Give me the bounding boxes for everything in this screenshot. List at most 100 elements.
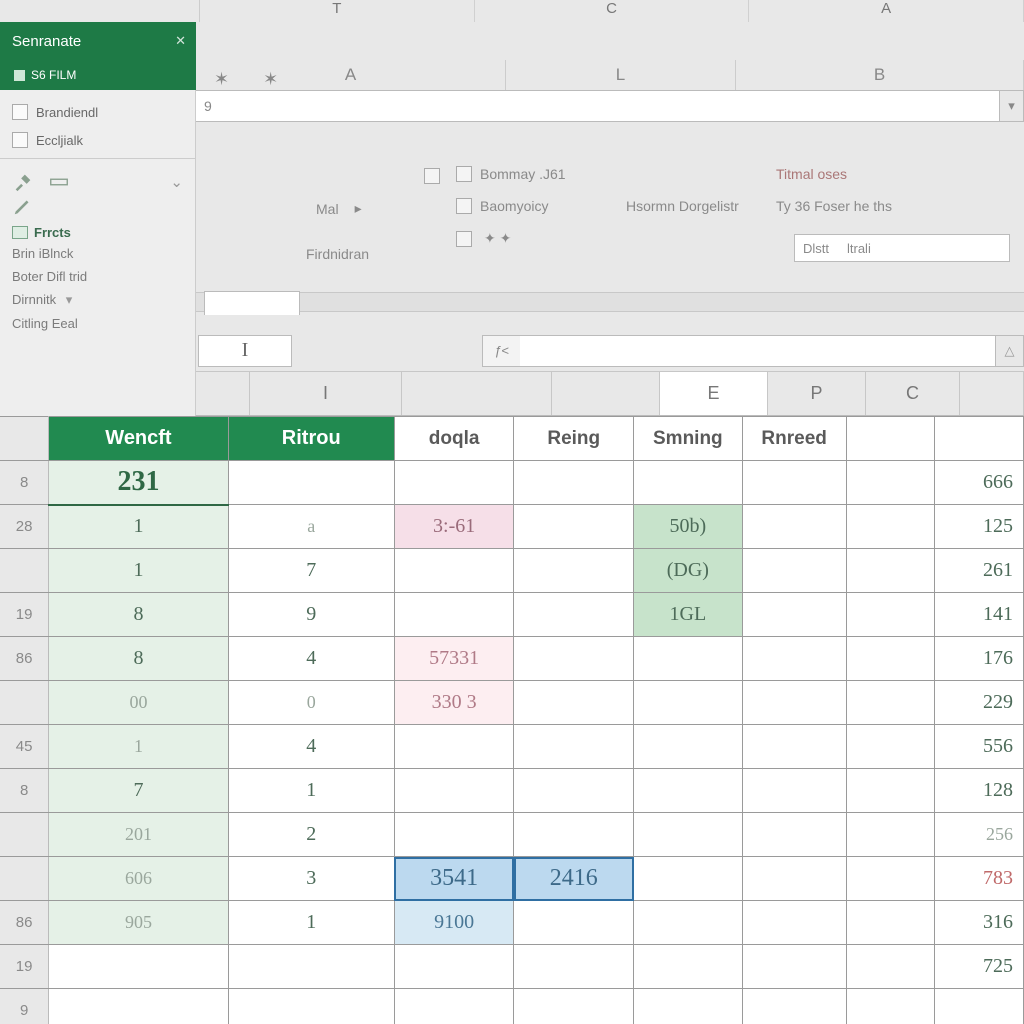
cell[interactable]: 1GL <box>634 593 743 637</box>
cell[interactable] <box>228 461 394 505</box>
cell[interactable]: a <box>228 505 394 549</box>
cell[interactable] <box>514 769 634 813</box>
cell[interactable]: 556 <box>935 725 1024 769</box>
fx-field[interactable] <box>520 335 996 367</box>
cell[interactable]: 3:-61 <box>394 505 514 549</box>
table-row[interactable]: 8 7 1 128 <box>0 769 1024 813</box>
col-header[interactable] <box>935 417 1024 461</box>
pencil-icon[interactable] <box>12 195 34 217</box>
table-row[interactable]: 9 <box>0 989 1024 1024</box>
cell[interactable]: 1 <box>49 505 228 549</box>
row-num[interactable]: 8 <box>0 769 49 813</box>
table-row[interactable]: 00 0 330 3 229 <box>0 681 1024 725</box>
cell[interactable] <box>846 813 935 857</box>
ribbon-cmd-top[interactable]: Bommay .J61 <box>456 166 566 182</box>
cell[interactable]: 7 <box>49 769 228 813</box>
cell-selected[interactable]: 3541 <box>394 857 514 901</box>
cell[interactable] <box>514 901 634 945</box>
cell[interactable]: 7 <box>228 549 394 593</box>
row-num[interactable]: 86 <box>0 637 49 681</box>
cell[interactable] <box>742 945 846 989</box>
cell[interactable] <box>742 593 846 637</box>
cell[interactable] <box>394 593 514 637</box>
cell[interactable] <box>514 681 634 725</box>
cell[interactable]: 4 <box>228 725 394 769</box>
col-header[interactable] <box>846 417 935 461</box>
cell-selected[interactable]: 2416 <box>514 857 634 901</box>
cell[interactable]: 229 <box>935 681 1024 725</box>
cell[interactable] <box>514 637 634 681</box>
cell[interactable]: 0 <box>228 681 394 725</box>
cell[interactable] <box>514 989 634 1024</box>
cell[interactable] <box>846 549 935 593</box>
cell[interactable] <box>742 725 846 769</box>
name-box[interactable]: I <box>198 335 292 367</box>
cell[interactable] <box>742 637 846 681</box>
cell[interactable]: 4 <box>228 637 394 681</box>
side-item-1[interactable]: Brandiendl <box>0 98 195 126</box>
sheet-table[interactable]: Wencft Ritrou doqla Reing Smning Rnreed … <box>0 416 1024 1024</box>
row-num[interactable] <box>0 857 49 901</box>
table-row[interactable]: 606 3 3541 2416 783 <box>0 857 1024 901</box>
cell[interactable]: 8 <box>49 637 228 681</box>
cell[interactable] <box>228 989 394 1024</box>
pin-icon[interactable] <box>12 171 34 193</box>
cell[interactable] <box>742 505 846 549</box>
cell[interactable]: 905 <box>49 901 228 945</box>
cell[interactable]: 3 <box>228 857 394 901</box>
cell[interactable] <box>742 857 846 901</box>
cell[interactable] <box>514 505 634 549</box>
cell[interactable]: 2 <box>228 813 394 857</box>
ribbon-group-1[interactable] <box>424 168 440 184</box>
cell[interactable] <box>514 813 634 857</box>
cell[interactable] <box>935 989 1024 1024</box>
cell[interactable]: 1 <box>49 725 228 769</box>
cell[interactable] <box>846 505 935 549</box>
cell[interactable] <box>228 945 394 989</box>
cell[interactable] <box>634 989 743 1024</box>
ribbon-cmd-3[interactable]: Hsormn Dorgelistr <box>626 198 739 214</box>
fx-dropdown-icon[interactable]: △ <box>996 335 1024 367</box>
col-header[interactable]: Rnreed <box>742 417 846 461</box>
cell[interactable] <box>634 681 743 725</box>
sheet-tab[interactable] <box>204 291 300 315</box>
colh-I[interactable]: I <box>250 372 402 415</box>
col-header[interactable]: doqla <box>394 417 514 461</box>
colh-end[interactable] <box>960 372 1024 415</box>
table-row[interactable]: 201 2 256 <box>0 813 1024 857</box>
col-L[interactable]: L <box>506 60 736 90</box>
row-num[interactable]: 19 <box>0 593 49 637</box>
table-row[interactable]: 19 725 <box>0 945 1024 989</box>
cell[interactable]: 330 3 <box>394 681 514 725</box>
col-A[interactable]: A <box>196 60 506 90</box>
row-num[interactable] <box>0 681 49 725</box>
table-row[interactable]: 45 1 4 556 <box>0 725 1024 769</box>
cell[interactable]: 57331 <box>394 637 514 681</box>
col-header[interactable]: Smning <box>634 417 743 461</box>
cell[interactable]: (DG) <box>634 549 743 593</box>
cell[interactable]: 261 <box>935 549 1024 593</box>
cell[interactable] <box>634 769 743 813</box>
cell[interactable] <box>394 769 514 813</box>
row-num[interactable]: 19 <box>0 945 49 989</box>
cell[interactable] <box>634 637 743 681</box>
table-row[interactable]: 86 905 1 9100 316 <box>0 901 1024 945</box>
ribbon-cmd-4[interactable]: ✦ ✦ <box>456 230 511 247</box>
row-num[interactable] <box>0 813 49 857</box>
cell[interactable] <box>634 725 743 769</box>
cell[interactable]: 256 <box>935 813 1024 857</box>
cell[interactable] <box>394 549 514 593</box>
cell[interactable]: 50b) <box>634 505 743 549</box>
cell[interactable] <box>514 725 634 769</box>
ribbon-option-box[interactable]: Dlstt ltrali <box>794 234 1010 262</box>
cell[interactable] <box>846 593 935 637</box>
ribbon-cmd-bot[interactable]: Baomyoicy <box>456 198 548 214</box>
fx-icon[interactable]: ƒ< <box>482 335 520 367</box>
cell[interactable] <box>394 945 514 989</box>
colh-C[interactable]: C <box>866 372 960 415</box>
cell[interactable] <box>742 461 846 505</box>
cell[interactable]: 316 <box>935 901 1024 945</box>
col-B[interactable]: B <box>736 60 1024 90</box>
cell[interactable] <box>846 681 935 725</box>
row-num[interactable]: 28 <box>0 505 49 549</box>
